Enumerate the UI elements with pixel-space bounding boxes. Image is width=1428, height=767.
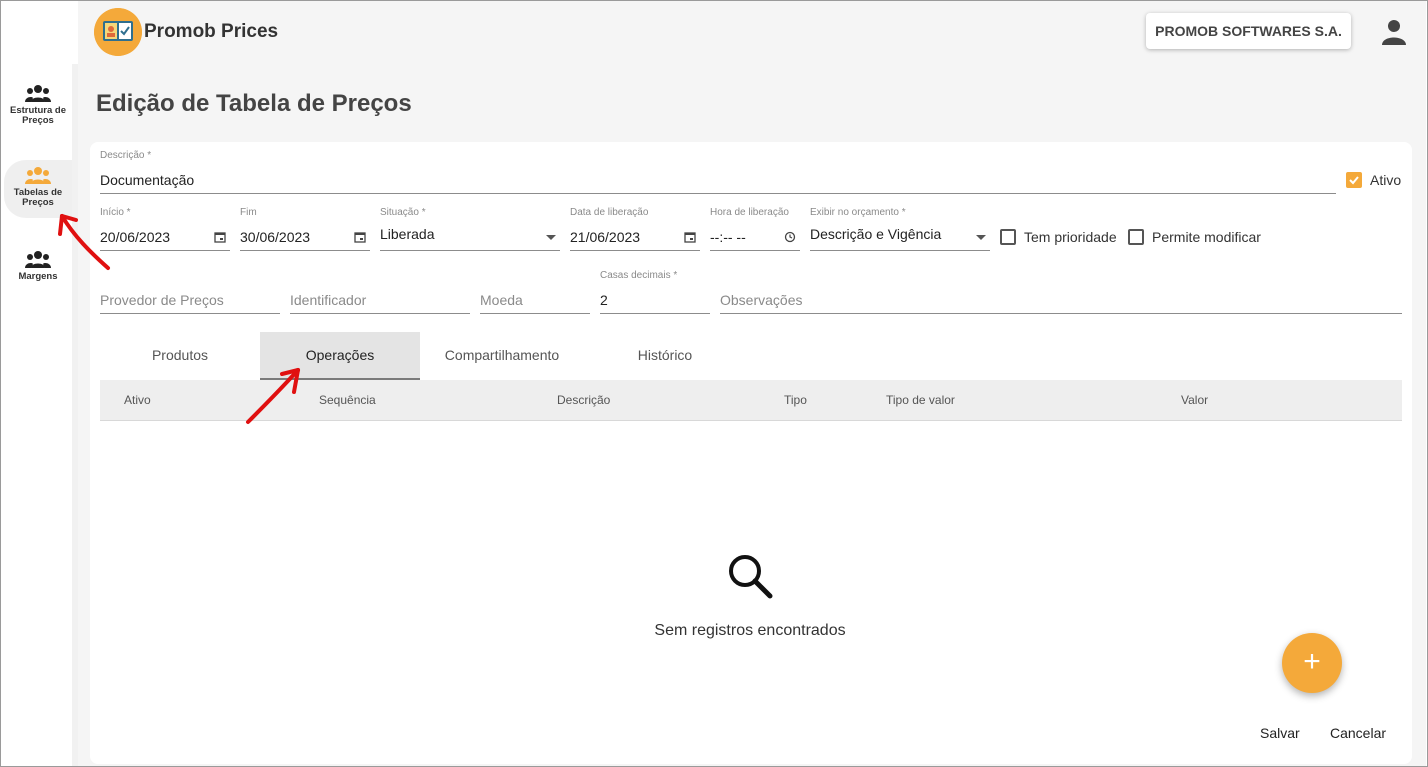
sidebar-item-label: Tabelas de Preços (13, 187, 63, 208)
inicio-field: Início * (100, 207, 230, 251)
ativo-checkbox[interactable] (1346, 172, 1362, 188)
search-icon (729, 555, 773, 599)
ativo-label: Ativo (1370, 172, 1402, 188)
column-header-ativo[interactable]: Ativo (124, 393, 151, 407)
empty-state-message: Sem registros encontrados (654, 622, 846, 639)
provedor-field (100, 270, 280, 314)
provedor-input[interactable] (100, 286, 280, 314)
calendar-icon[interactable] (354, 231, 366, 243)
column-header-valor[interactable]: Valor (1181, 393, 1208, 407)
exibir-orcamento-field: Exibir no orçamento * Descrição e Vigênc… (810, 207, 990, 251)
moeda-field (480, 270, 590, 314)
fim-field: Fim (240, 207, 370, 251)
data-liberacao-label: Data de liberação (570, 207, 649, 218)
permite-modificar-label: Permite modificar (1152, 229, 1261, 245)
column-header-tipo[interactable]: Tipo (784, 393, 807, 407)
people-icon (25, 85, 51, 102)
app-header: Promob Prices PROMOB SOFTWARES S.A. (78, 0, 1426, 64)
identificador-input[interactable] (290, 286, 470, 314)
permite-modificar-checkbox[interactable] (1128, 229, 1144, 245)
hora-liberacao-label: Hora de liberação (710, 207, 789, 218)
sidebar-item-label: Estrutura de Preços (10, 105, 66, 126)
save-button[interactable]: Salvar (1260, 725, 1300, 741)
data-liberacao-input[interactable] (570, 223, 700, 251)
calendar-icon[interactable] (214, 231, 226, 243)
table-header: Ativo Sequência Descrição Tipo Tipo de v… (100, 380, 1402, 421)
inicio-date-input[interactable] (100, 223, 230, 251)
tem-prioridade-checkbox[interactable] (1000, 229, 1016, 245)
situacao-select[interactable]: Liberada (380, 223, 560, 251)
data-liberacao-field: Data de liberação (570, 207, 700, 251)
calendar-icon[interactable] (684, 231, 696, 243)
exibir-orcamento-select[interactable]: Descrição e Vigência (810, 223, 990, 251)
tem-prioridade-label: Tem prioridade (1024, 229, 1117, 245)
situacao-label: Situação * (380, 207, 426, 218)
identificador-field (290, 270, 470, 314)
observacoes-input[interactable] (720, 286, 1402, 314)
moeda-input[interactable] (480, 286, 590, 314)
chevron-down-icon (976, 235, 986, 240)
user-account-icon[interactable] (1380, 18, 1408, 46)
descricao-label: Descrição * (100, 150, 152, 161)
descricao-input[interactable] (100, 166, 1336, 194)
fim-date-input[interactable] (240, 223, 370, 251)
hora-liberacao-field: Hora de liberação (710, 207, 800, 251)
column-header-tipo-de-valor[interactable]: Tipo de valor (886, 393, 955, 407)
tab-compartilhamento[interactable]: Compartilhamento (420, 332, 584, 380)
sidebar: Estrutura de Preços Tabelas de Preços Ma… (0, 0, 78, 767)
tab-historico[interactable]: Histórico (584, 332, 746, 380)
casas-decimais-input[interactable] (600, 286, 710, 314)
column-header-sequencia[interactable]: Sequência (319, 393, 376, 407)
exibir-orcamento-label: Exibir no orçamento * (810, 207, 906, 218)
add-button[interactable]: + (1282, 633, 1342, 693)
sidebar-item-estrutura-de-precos[interactable]: Estrutura de Preços (4, 84, 72, 140)
clock-icon[interactable] (784, 231, 796, 243)
app-logo-icon (94, 8, 142, 56)
situacao-field: Situação * Liberada (380, 207, 560, 251)
casas-decimais-label: Casas decimais * (600, 270, 678, 281)
sidebar-item-tabelas-de-precos[interactable]: Tabelas de Preços (4, 160, 72, 218)
people-icon (25, 251, 51, 268)
observacoes-field (720, 270, 1402, 314)
tab-produtos[interactable]: Produtos (100, 332, 260, 380)
descricao-field: Descrição * (100, 150, 1336, 194)
chevron-down-icon (546, 235, 556, 240)
fim-label: Fim (240, 207, 257, 218)
tab-operacoes[interactable]: Operações (260, 332, 420, 380)
checkmark-icon (1349, 176, 1359, 185)
column-header-descricao[interactable]: Descrição (557, 393, 610, 407)
people-icon (25, 167, 51, 184)
sidebar-item-margens[interactable]: Margens (4, 250, 72, 290)
inicio-label: Início * (100, 207, 131, 218)
casas-decimais-field: Casas decimais * (600, 270, 710, 314)
cancel-button[interactable]: Cancelar (1330, 725, 1386, 741)
page-title: Edição de Tabela de Preços (96, 90, 412, 117)
app-title: Promob Prices (144, 21, 279, 42)
company-button[interactable]: PROMOB SOFTWARES S.A. (1146, 13, 1351, 49)
sidebar-item-label: Margens (18, 271, 58, 282)
